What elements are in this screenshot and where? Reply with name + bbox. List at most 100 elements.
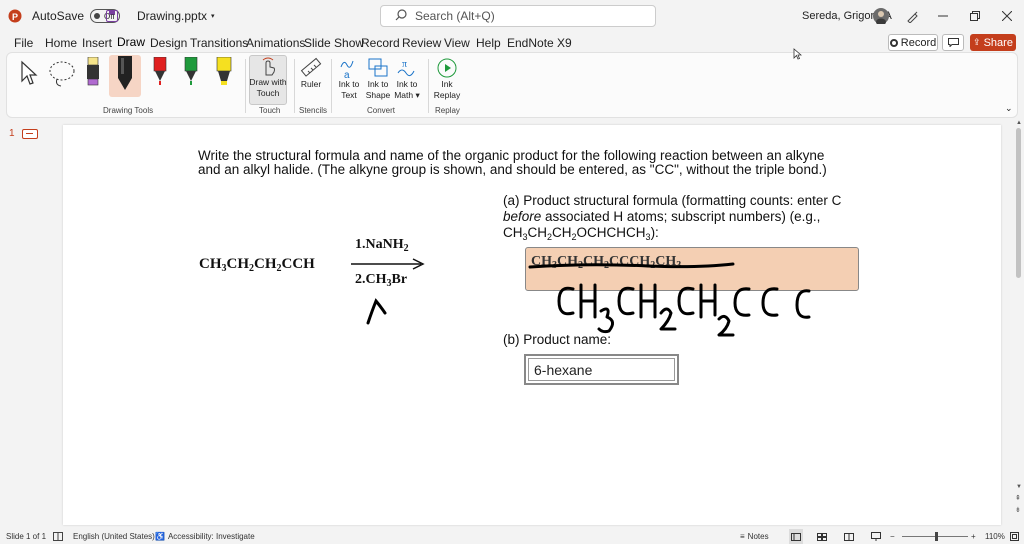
zoom-slider[interactable] — [902, 529, 968, 544]
cursor-icon — [21, 60, 38, 85]
filename-dropdown[interactable]: Drawing.pptx ▾ — [137, 0, 215, 32]
reagent-2: 2.CH3Br — [355, 272, 408, 289]
zoom-in-button[interactable]: + — [971, 529, 976, 544]
pen-tool-green[interactable] — [183, 57, 199, 87]
part-b-answer-text: 6-hexane — [528, 358, 675, 381]
ruler-button[interactable]: Ruler — [299, 57, 323, 90]
part-b-answer-box[interactable]: 6-hexane — [524, 354, 679, 385]
tab-review[interactable]: Review — [402, 32, 441, 54]
tab-animations[interactable]: Animations — [246, 32, 305, 54]
tab-view[interactable]: View — [444, 32, 470, 54]
divider — [294, 59, 295, 113]
next-slide-icon[interactable]: ⇟ — [1015, 506, 1021, 514]
highlighter-icon — [87, 57, 99, 86]
svg-text:π: π — [402, 59, 407, 70]
notes-icon: ≡ — [740, 532, 745, 541]
divider — [245, 59, 246, 113]
pen-tool-black[interactable] — [115, 56, 135, 94]
tab-design[interactable]: Design — [150, 32, 187, 54]
zoom-level[interactable]: 110% — [985, 529, 1005, 544]
minimize-button[interactable] — [938, 0, 948, 32]
pen-icon — [118, 56, 132, 90]
save-icon[interactable] — [106, 0, 118, 32]
previous-slide-icon[interactable]: ⇞ — [1015, 494, 1021, 502]
avatar[interactable] — [873, 0, 889, 32]
part-b-label: (b) Product name: — [503, 332, 612, 347]
group-label-drawing-tools: Drawing Tools — [103, 106, 154, 115]
ribbon-tabs: File Home Insert Draw Design Transitions… — [0, 32, 1024, 54]
ruler-icon — [300, 57, 322, 77]
highlighter-yellow[interactable] — [215, 57, 233, 87]
spelling-icon[interactable] — [53, 529, 63, 544]
normal-view-icon — [791, 532, 801, 541]
tab-help[interactable]: Help — [476, 32, 501, 54]
restore-button[interactable] — [970, 0, 980, 32]
draw-ribbon: Drawing Tools Draw with Touch Touch Rule… — [6, 52, 1018, 118]
ink-replay-button[interactable]: Ink Replay — [433, 57, 461, 101]
ink-to-math-button[interactable]: π Ink to Math ▾ — [393, 57, 421, 101]
pen-tool-1[interactable] — [85, 57, 101, 91]
ink-to-text-button[interactable]: a Ink to Text — [337, 57, 361, 101]
tab-slide-show[interactable]: Slide Show — [304, 32, 364, 54]
language[interactable]: English (United States) — [73, 529, 155, 544]
reading-view-button[interactable] — [844, 529, 854, 544]
collapse-ribbon-icon[interactable]: ⌄ — [1005, 103, 1013, 114]
slide-info: Slide 1 of 1 — [6, 532, 47, 541]
scroll-down-icon[interactable]: ▼ — [1016, 484, 1022, 490]
status-bar: Slide 1 of 1 English (United States) ♿ A… — [0, 529, 1024, 544]
select-tool[interactable] — [17, 59, 39, 87]
record-dot-icon — [889, 38, 898, 47]
pen-icon — [153, 57, 167, 85]
svg-text:a: a — [344, 70, 350, 79]
notes-button[interactable]: ≡ Notes — [740, 529, 769, 544]
comments-button[interactable] — [942, 34, 964, 51]
tab-record[interactable]: Record — [361, 32, 400, 54]
ink-strikethrough[interactable] — [528, 257, 738, 273]
scrollbar-thumb[interactable] — [1016, 128, 1021, 278]
record-button[interactable]: Record — [888, 34, 938, 51]
question-text: Write the structural formula and name of… — [198, 148, 827, 177]
touch-hand-icon — [262, 57, 275, 76]
zoom-slider-thumb[interactable] — [935, 532, 938, 541]
fit-to-window-icon — [1010, 532, 1019, 541]
reagent-1: 1.NaNH2 — [355, 237, 409, 254]
normal-view-button[interactable] — [789, 529, 803, 544]
accessibility-status[interactable]: ♿ Accessibility: Investigate — [155, 529, 255, 544]
reaction-arrow-icon — [351, 258, 425, 270]
search-icon — [395, 8, 407, 24]
reactant-formula: CH3CH2CH2CCH — [199, 256, 315, 274]
draw-with-touch-content[interactable]: Draw with Touch — [249, 57, 287, 99]
slideshow-button[interactable] — [871, 529, 881, 544]
ink-to-shape-button[interactable]: Ink to Shape — [365, 57, 391, 101]
highlighter-icon — [216, 57, 232, 85]
vertical-scrollbar[interactable]: ▲ ▼ ⇞ ⇟ — [1013, 120, 1024, 525]
slide-sorter-button[interactable] — [817, 529, 827, 544]
reading-view-icon — [844, 532, 854, 541]
accessibility-icon: ♿ — [155, 532, 165, 541]
ink-caret-annotation[interactable] — [363, 293, 393, 327]
slide-sorter-icon — [817, 532, 827, 541]
slide-thumbnail[interactable] — [22, 129, 38, 139]
slide-canvas[interactable]: Write the structural formula and name of… — [63, 125, 1001, 525]
search-input[interactable]: Search (Alt+Q) — [380, 5, 656, 27]
share-button[interactable]: ⇪ Share — [970, 34, 1016, 51]
lasso-select-tool[interactable] — [47, 59, 77, 89]
tab-draw[interactable]: Draw — [117, 32, 146, 54]
close-button[interactable] — [1002, 0, 1012, 32]
pen-tool-red[interactable] — [152, 57, 168, 87]
scroll-up-icon[interactable]: ▲ — [1016, 120, 1022, 126]
pen-icon[interactable] — [906, 0, 919, 32]
tab-insert[interactable]: Insert — [82, 32, 112, 54]
powerpoint-logo: P — [8, 0, 22, 32]
tab-home[interactable]: Home — [45, 32, 77, 54]
divider — [428, 59, 429, 113]
zoom-out-button[interactable]: − — [890, 529, 895, 544]
tab-file[interactable]: File — [14, 32, 33, 54]
tab-transitions[interactable]: Transitions — [190, 32, 248, 54]
group-label-stencils: Stencils — [299, 106, 328, 115]
pen-icon — [184, 57, 198, 85]
fit-slide-button[interactable] — [1010, 529, 1019, 544]
ink-to-text-icon: a — [340, 60, 354, 79]
part-a-prompt: (a) Product structural formula (formatti… — [503, 193, 842, 242]
tab-endnote[interactable]: EndNote X9 — [507, 32, 572, 54]
